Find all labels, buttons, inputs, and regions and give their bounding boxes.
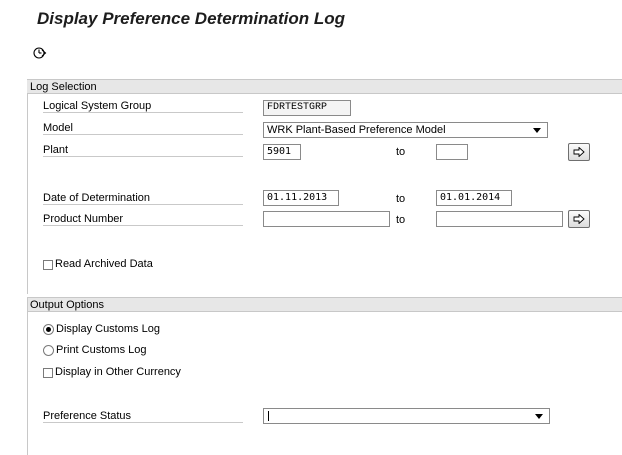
arrow-right-icon (573, 214, 585, 224)
model-dropdown-value: WRK Plant-Based Preference Model (267, 124, 446, 136)
display-customs-log-radio[interactable] (43, 324, 54, 335)
display-other-currency-label: Display in Other Currency (55, 366, 181, 378)
logical-system-group-field: FDRTESTGRP (263, 100, 351, 116)
group-left-border (27, 79, 28, 294)
arrow-right-icon (573, 147, 585, 157)
product-to-label: to (396, 214, 406, 226)
read-archived-checkbox[interactable] (43, 260, 53, 270)
product-multiple-selection-button[interactable] (568, 210, 590, 228)
plant-multiple-selection-button[interactable] (568, 143, 590, 161)
read-archived-label: Read Archived Data (55, 258, 153, 270)
title-bar: Display Preference Determination Log (0, 0, 622, 36)
print-customs-log-radio[interactable] (43, 345, 54, 356)
model-label: Model (43, 122, 243, 135)
execute-clock-icon[interactable] (33, 46, 47, 60)
date-from-field[interactable]: 01.11.2013 (263, 190, 339, 206)
chevron-down-icon (533, 128, 541, 133)
log-selection-header: Log Selection (27, 79, 622, 94)
output-options-header: Output Options (27, 297, 622, 312)
display-other-currency-checkbox[interactable] (43, 368, 53, 378)
preference-status-dropdown[interactable] (263, 408, 550, 424)
chevron-down-icon (535, 414, 543, 419)
plant-to-label: to (396, 146, 406, 158)
product-from-field[interactable] (263, 211, 390, 227)
date-to-label: to (396, 193, 406, 205)
date-of-determination-label: Date of Determination (43, 192, 243, 205)
logical-system-group-label: Logical System Group (43, 100, 243, 113)
plant-from-field[interactable]: 5901 (263, 144, 301, 160)
toolbar (0, 36, 622, 66)
product-number-label: Product Number (43, 213, 243, 226)
plant-to-field[interactable] (436, 144, 468, 160)
date-to-field[interactable]: 01.01.2014 (436, 190, 512, 206)
text-cursor (268, 411, 269, 421)
print-customs-log-label: Print Customs Log (56, 344, 147, 356)
product-to-field[interactable] (436, 211, 563, 227)
page-title: Display Preference Determination Log (37, 9, 345, 28)
plant-label: Plant (43, 144, 243, 157)
display-customs-log-label: Display Customs Log (56, 323, 160, 335)
group-left-border (27, 297, 28, 455)
model-dropdown[interactable]: WRK Plant-Based Preference Model (263, 122, 548, 138)
preference-status-label: Preference Status (43, 410, 243, 423)
